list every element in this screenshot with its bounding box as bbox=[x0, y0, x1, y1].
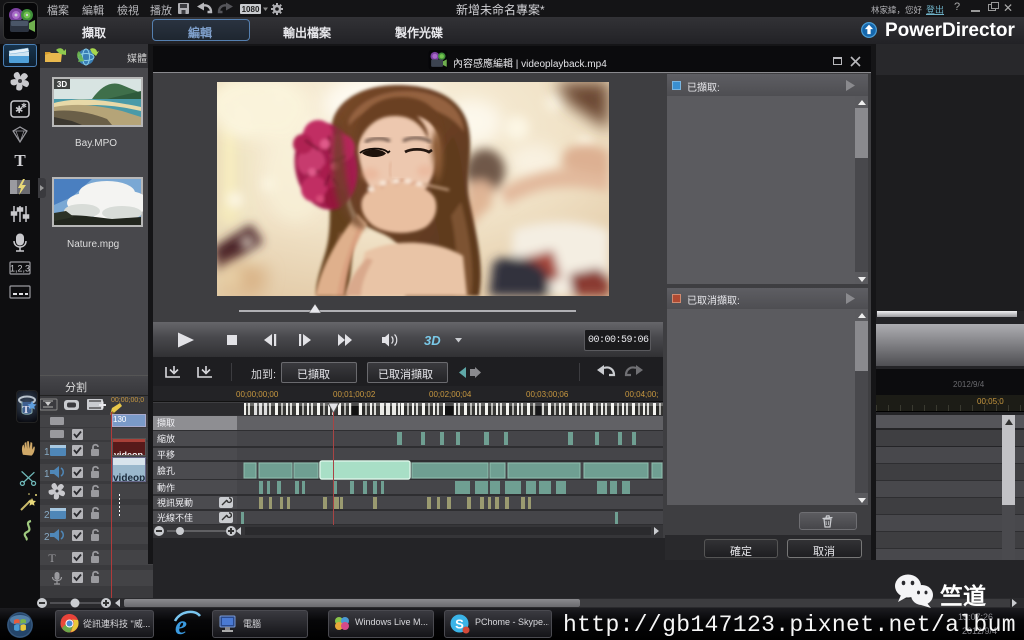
svg-text:平移: 平移 bbox=[157, 449, 175, 460]
svg-text:臉孔: 臉孔 bbox=[157, 465, 175, 476]
svg-text:2: 2 bbox=[44, 510, 50, 521]
svg-text:T: T bbox=[48, 551, 56, 565]
svg-text:1080: 1080 bbox=[242, 5, 260, 14]
svg-text:擷取: 擷取 bbox=[157, 417, 175, 428]
svg-text:縮放: 縮放 bbox=[157, 433, 175, 444]
svg-text:2: 2 bbox=[44, 532, 50, 543]
svg-text:✱: ✱ bbox=[21, 102, 27, 110]
svg-text:光線不佳: 光線不佳 bbox=[157, 512, 193, 523]
svg-text:動作: 動作 bbox=[157, 482, 175, 493]
svg-text:1: 1 bbox=[44, 469, 50, 480]
svg-text:1: 1 bbox=[44, 447, 50, 458]
svg-text:T: T bbox=[14, 151, 26, 170]
svg-text:3D: 3D bbox=[424, 333, 441, 348]
svg-text:3D: 3D bbox=[57, 80, 67, 89]
svg-text:1,2,3: 1,2,3 bbox=[10, 264, 30, 274]
svg-text:視訊晃動: 視訊晃動 bbox=[157, 497, 193, 508]
